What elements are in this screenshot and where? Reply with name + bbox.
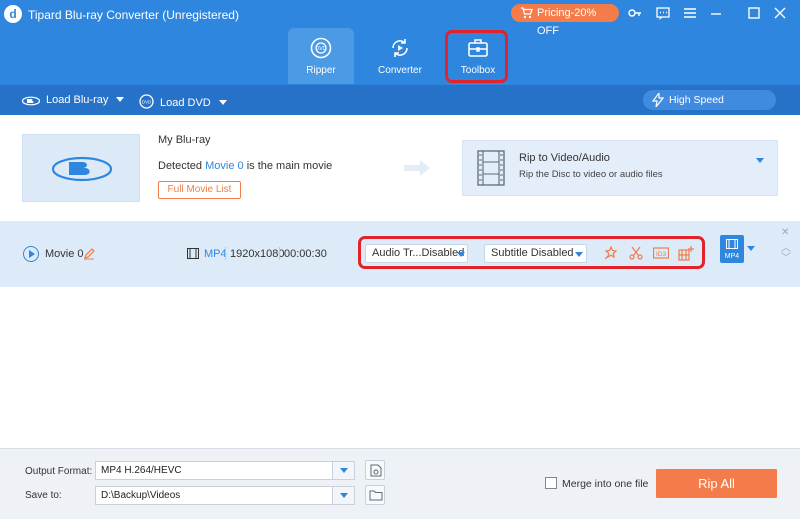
output-format-select[interactable]: MP4 H.264/HEVC (95, 461, 355, 480)
app-logo-icon: d (4, 5, 22, 23)
movie-format: MP4 (204, 248, 227, 260)
output-format-dropdown-button[interactable] (332, 462, 354, 479)
video-file-icon (187, 248, 199, 259)
meta-separator (225, 247, 226, 260)
rip-target-subtitle: Rip the Disc to video or audio files (519, 169, 663, 180)
load-dvd-button[interactable]: DVD Load DVD (139, 94, 227, 109)
pricing-label: Pricing-20% OFF (537, 7, 597, 37)
rip-target-title: Rip to Video/Audio (519, 152, 610, 164)
ripper-disc-icon: DVD (310, 37, 332, 59)
window-title: Tipard Blu-ray Converter (Unregistered) (28, 8, 239, 22)
load-bluray-label: Load Blu-ray (46, 94, 109, 106)
detected-main-movie-text: Detected Movie 0 is the main movie (158, 160, 332, 172)
save-to-label: Save to: (25, 490, 62, 501)
dvd-disc-icon: DVD (139, 94, 154, 109)
bluray-logo-icon (21, 96, 41, 106)
source-name: My Blu-ray (158, 134, 211, 146)
row-actions-highlight-annotation (358, 236, 705, 269)
detected-movie-link[interactable]: Movie 0 (205, 160, 244, 172)
edit-pencil-icon[interactable] (83, 248, 95, 260)
movie-resolution: 1920x1080 (230, 248, 285, 260)
lightning-icon (652, 93, 664, 107)
output-format-dropdown-icon[interactable] (747, 246, 755, 251)
tab-converter-label: Converter (378, 65, 422, 76)
load-dvd-label: Load DVD (160, 97, 211, 109)
settings-file-icon (370, 464, 382, 477)
tab-ripper[interactable]: DVD Ripper (288, 28, 354, 84)
output-format-label: Output Format: (25, 466, 93, 477)
output-format-icon-label: MP4 (724, 253, 740, 260)
rip-target-selector[interactable] (462, 140, 778, 196)
film-icon (726, 239, 738, 249)
converter-icon (392, 39, 408, 57)
output-format-icon[interactable]: MP4 (720, 235, 744, 263)
remove-x-icon[interactable]: ✕ (781, 227, 789, 238)
key-icon[interactable] (627, 5, 643, 21)
merge-label[interactable]: Merge into one file (562, 478, 648, 490)
move-down-icon[interactable]: ﹀ (781, 249, 791, 264)
save-to-value: D:\Backup\Videos (101, 490, 181, 501)
output-settings-button[interactable] (365, 460, 385, 480)
bluray-thumbnail-icon (52, 156, 112, 182)
menu-icon[interactable] (682, 5, 698, 21)
load-bluray-dropdown-icon[interactable] (116, 97, 125, 102)
feedback-icon[interactable] (655, 5, 671, 21)
arrow-right-icon (404, 160, 430, 176)
chevron-down-icon (340, 493, 348, 498)
chevron-down-icon (340, 468, 348, 473)
svg-text:DVD: DVD (142, 99, 152, 104)
close-icon[interactable] (772, 5, 788, 21)
rip-all-button[interactable]: Rip All (656, 469, 777, 498)
minimize-icon[interactable] (708, 5, 724, 21)
pricing-button[interactable]: Pricing-20% OFF (511, 4, 619, 37)
play-icon[interactable] (23, 246, 39, 262)
title-bar: d Tipard Blu-ray Converter (Unregistered… (0, 0, 800, 85)
detected-prefix: Detected (158, 160, 203, 172)
tab-ripper-label: Ripper (306, 65, 336, 76)
high-speed-label: High Speed Conversion (669, 94, 724, 126)
rip-target-dropdown-icon[interactable] (756, 158, 764, 163)
merge-checkbox[interactable] (545, 477, 557, 489)
save-to-path-field[interactable]: D:\Backup\Videos (95, 486, 355, 505)
save-to-dropdown-button[interactable] (332, 487, 354, 504)
cart-icon (521, 7, 533, 19)
maximize-icon[interactable] (746, 5, 762, 21)
high-speed-conversion-button[interactable]: High Speed Conversion (643, 90, 776, 126)
load-dvd-dropdown-icon[interactable] (218, 100, 227, 105)
app-window: d Tipard Blu-ray Converter (Unregistered… (0, 0, 800, 519)
output-format-value: MP4 H.264/HEVC (101, 465, 182, 476)
meta-separator (279, 247, 280, 260)
svg-text:DVD: DVD (316, 46, 327, 52)
folder-icon (369, 490, 383, 501)
open-folder-button[interactable] (365, 485, 385, 505)
disc-thumbnail (22, 134, 140, 202)
film-strip-icon (477, 150, 505, 186)
load-bluray-button[interactable]: Load Blu-ray (21, 94, 125, 106)
toolbox-highlight-annotation (445, 30, 508, 83)
movie-name: Movie 0 (45, 248, 84, 260)
full-movie-list-button[interactable]: Full Movie List (158, 181, 241, 199)
movie-duration: 00:00:30 (284, 248, 327, 260)
detected-suffix: is the main movie (246, 160, 333, 172)
tab-converter[interactable]: Converter (367, 28, 433, 84)
